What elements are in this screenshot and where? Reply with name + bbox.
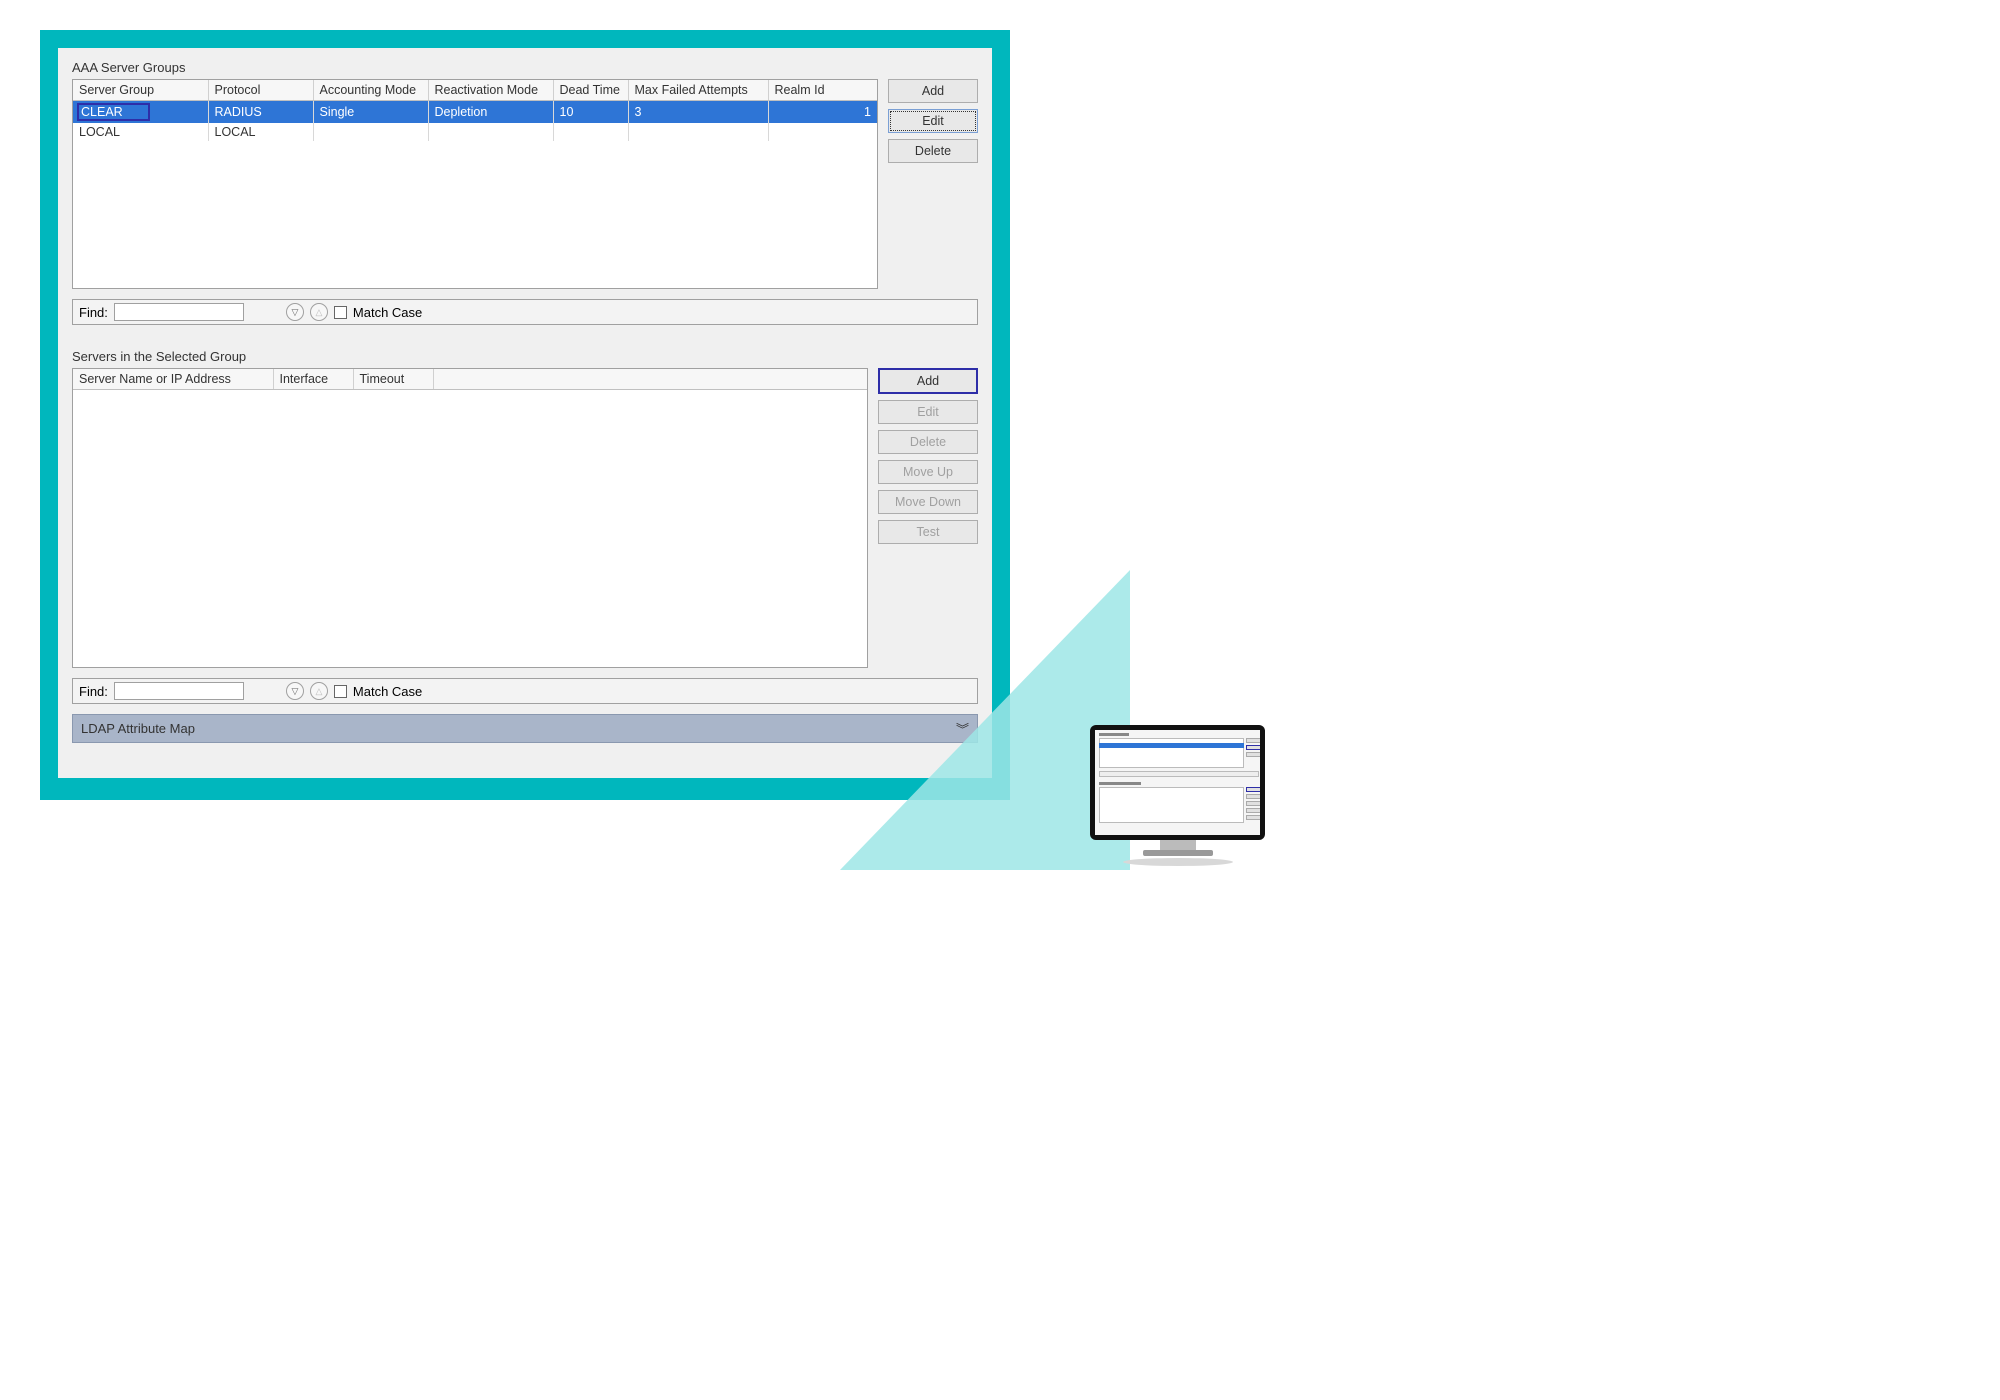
delete-server-button[interactable]: Delete bbox=[878, 430, 978, 454]
find-label: Find: bbox=[79, 305, 108, 320]
find-next-icon[interactable]: ▽ bbox=[286, 303, 304, 321]
edit-server-button[interactable]: Edit bbox=[878, 400, 978, 424]
cell-max-failed: 3 bbox=[628, 101, 768, 124]
find-prev-icon[interactable]: △ bbox=[310, 682, 328, 700]
col-accounting-mode[interactable]: Accounting Mode bbox=[313, 80, 428, 101]
col-timeout[interactable]: Timeout bbox=[353, 369, 433, 390]
match-case-label: Match Case bbox=[353, 684, 422, 699]
match-case-label: Match Case bbox=[353, 305, 422, 320]
servers-header-row: Server Name or IP Address Interface Time… bbox=[73, 369, 867, 390]
servers-table[interactable]: Server Name or IP Address Interface Time… bbox=[72, 368, 868, 668]
find-row-groups: Find: ▽ △ Match Case bbox=[72, 299, 978, 325]
server-groups-table[interactable]: Server Group Protocol Accounting Mode Re… bbox=[72, 79, 878, 289]
cell-protocol: LOCAL bbox=[208, 123, 313, 141]
ldap-label: LDAP Attribute Map bbox=[81, 721, 195, 736]
aaa-server-groups-title: AAA Server Groups bbox=[72, 60, 978, 75]
server-groups-area: Server Group Protocol Accounting Mode Re… bbox=[72, 79, 978, 289]
move-up-button[interactable]: Move Up bbox=[878, 460, 978, 484]
monitor-shadow bbox=[1123, 858, 1233, 866]
cell-dead-time: 10 bbox=[553, 101, 628, 124]
find-prev-icon[interactable]: △ bbox=[310, 303, 328, 321]
cell-realm-id: 1 bbox=[768, 101, 877, 124]
edit-group-button[interactable]: Edit bbox=[888, 109, 978, 133]
clear-highlight-box: CLEAR bbox=[77, 103, 150, 121]
find-label: Find: bbox=[79, 684, 108, 699]
add-server-button[interactable]: Add bbox=[878, 368, 978, 394]
cell-accounting-mode: Single bbox=[313, 101, 428, 124]
table-row[interactable]: CLEAR RADIUS Single Depletion 10 3 1 bbox=[73, 101, 877, 124]
cell-dead-time bbox=[553, 123, 628, 141]
col-protocol[interactable]: Protocol bbox=[208, 80, 313, 101]
monitor-thumbnail bbox=[1090, 725, 1265, 866]
col-server-name[interactable]: Server Name or IP Address bbox=[73, 369, 273, 390]
servers-in-group-title: Servers in the Selected Group bbox=[72, 349, 978, 364]
monitor-base bbox=[1143, 850, 1213, 856]
servers-button-column: Add Edit Delete Move Up Move Down Test bbox=[878, 368, 978, 544]
match-case-checkbox-servers[interactable] bbox=[334, 685, 347, 698]
cell-server-group: LOCAL bbox=[73, 123, 208, 141]
delete-group-button[interactable]: Delete bbox=[888, 139, 978, 163]
monitor-stand bbox=[1160, 840, 1196, 850]
cell-reactivation-mode bbox=[428, 123, 553, 141]
cell-protocol: RADIUS bbox=[208, 101, 313, 124]
col-empty bbox=[433, 369, 867, 390]
find-next-icon[interactable]: ▽ bbox=[286, 682, 304, 700]
monitor-frame bbox=[1090, 725, 1265, 840]
match-case-checkbox-groups[interactable] bbox=[334, 306, 347, 319]
col-reactivation-mode[interactable]: Reactivation Mode bbox=[428, 80, 553, 101]
cell-server-group: CLEAR bbox=[73, 101, 208, 124]
server-groups-header-row: Server Group Protocol Accounting Mode Re… bbox=[73, 80, 877, 101]
find-input-groups[interactable] bbox=[114, 303, 244, 321]
move-down-button[interactable]: Move Down bbox=[878, 490, 978, 514]
col-dead-time[interactable]: Dead Time bbox=[553, 80, 628, 101]
find-input-servers[interactable] bbox=[114, 682, 244, 700]
col-max-failed[interactable]: Max Failed Attempts bbox=[628, 80, 768, 101]
cell-accounting-mode bbox=[313, 123, 428, 141]
monitor-screen bbox=[1095, 730, 1260, 835]
table-row[interactable]: LOCAL LOCAL bbox=[73, 123, 877, 141]
cell-reactivation-mode: Depletion bbox=[428, 101, 553, 124]
col-realm-id[interactable]: Realm Id bbox=[768, 80, 877, 101]
cell-max-failed bbox=[628, 123, 768, 141]
callout-triangle bbox=[840, 570, 1130, 870]
col-interface[interactable]: Interface bbox=[273, 369, 353, 390]
add-group-button[interactable]: Add bbox=[888, 79, 978, 103]
col-server-group[interactable]: Server Group bbox=[73, 80, 208, 101]
test-button[interactable]: Test bbox=[878, 520, 978, 544]
cell-realm-id bbox=[768, 123, 877, 141]
server-groups-button-column: Add Edit Delete bbox=[888, 79, 978, 163]
